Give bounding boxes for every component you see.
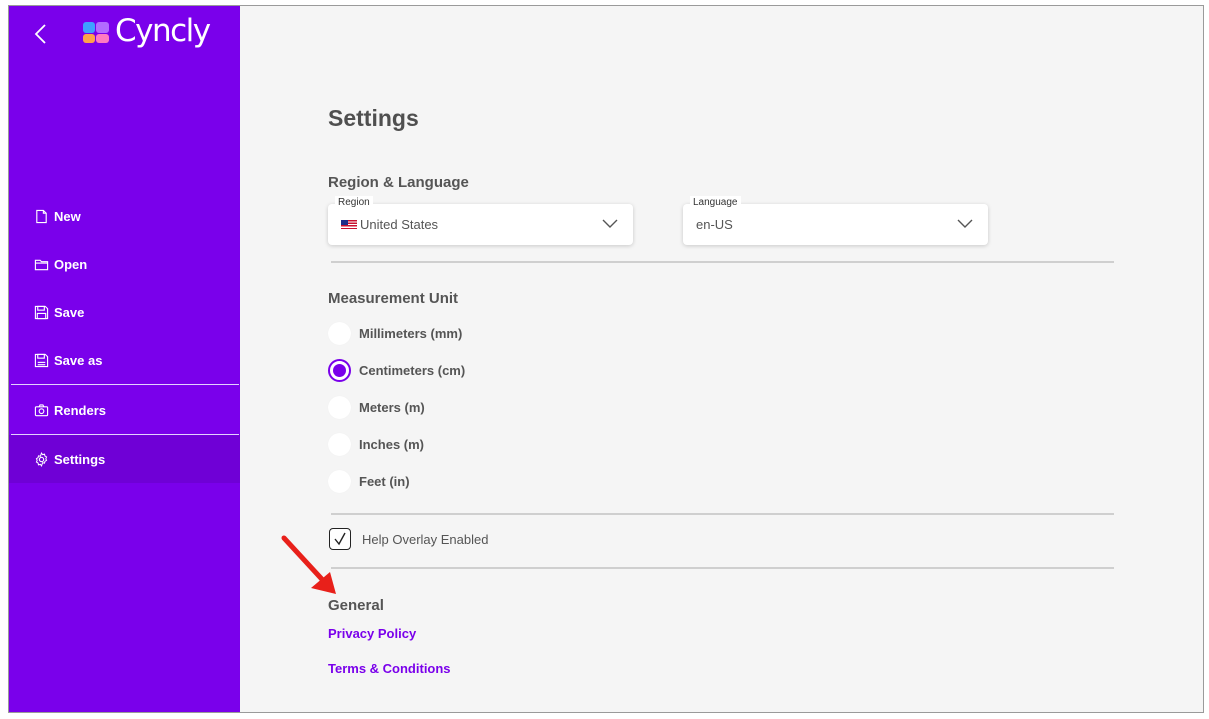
radio-centimeters[interactable]: Centimeters (cm) xyxy=(328,359,465,382)
region-select[interactable]: Region United States xyxy=(328,196,633,245)
logo-text: Cyncly xyxy=(115,13,211,49)
radio-label: Inches (m) xyxy=(359,437,425,452)
language-select-value: en-US xyxy=(696,217,733,232)
radio-meters[interactable]: Meters (m) xyxy=(328,396,425,419)
radio-button[interactable] xyxy=(328,433,351,456)
chevron-down-icon xyxy=(957,219,973,228)
divider xyxy=(331,261,1114,263)
radio-button[interactable] xyxy=(328,396,351,419)
us-flag-icon xyxy=(341,220,357,229)
radio-label: Meters (m) xyxy=(359,400,425,415)
sidebar-item-label: Open xyxy=(54,256,88,272)
region-select-value: United States xyxy=(341,217,438,232)
settings-panel: Settings Region & Language Region United… xyxy=(240,6,1203,712)
logo: Cyncly xyxy=(81,13,211,49)
region-select-label: Region xyxy=(335,196,373,210)
terms-conditions-link[interactable]: Terms & Conditions xyxy=(328,661,451,676)
radio-label: Millimeters (mm) xyxy=(359,326,463,341)
section-title-measurement: Measurement Unit xyxy=(328,290,459,307)
save-icon xyxy=(34,305,49,319)
chevron-down-icon xyxy=(602,219,618,228)
page-title: Settings xyxy=(328,105,419,131)
sidebar-item-new[interactable]: New xyxy=(9,192,240,240)
region-value-text: United States xyxy=(360,217,439,232)
language-value-text: en-US xyxy=(696,217,733,232)
sidebar-item-save-as[interactable]: Save as xyxy=(9,336,240,384)
radio-label: Centimeters (cm) xyxy=(359,363,466,378)
sidebar-item-label: Settings xyxy=(54,451,106,467)
sidebar-divider xyxy=(11,384,239,385)
logo-mark-icon xyxy=(83,21,109,43)
save-as-icon xyxy=(34,353,49,367)
red-arrow-annotation-icon xyxy=(281,535,336,594)
sidebar-item-label: Save xyxy=(54,304,85,320)
sidebar-item-settings[interactable]: Settings xyxy=(9,435,240,483)
language-select[interactable]: Language en-US xyxy=(683,196,988,245)
sidebar-item-save[interactable]: Save xyxy=(9,288,240,336)
radio-button[interactable] xyxy=(328,470,351,493)
radio-millimeters[interactable]: Millimeters (mm) xyxy=(328,322,462,345)
sidebar-item-open[interactable]: Open xyxy=(9,240,240,288)
radio-inches[interactable]: Inches (m) xyxy=(328,433,424,456)
radio-button-checked[interactable] xyxy=(328,359,351,382)
divider xyxy=(331,513,1114,515)
language-select-label: Language xyxy=(690,196,741,210)
chevron-left-icon[interactable] xyxy=(29,22,53,46)
privacy-policy-link[interactable]: Privacy Policy xyxy=(328,626,416,641)
sidebar: Cyncly New Open Save Save as Renders Set… xyxy=(9,6,240,712)
sidebar-item-label: Save as xyxy=(54,352,103,368)
divider xyxy=(331,567,1114,569)
folder-icon xyxy=(34,259,49,270)
camera-icon xyxy=(34,403,49,416)
file-icon xyxy=(36,209,47,223)
help-overlay-label: Help Overlay Enabled xyxy=(362,531,489,547)
radio-button[interactable] xyxy=(328,322,351,345)
sidebar-item-renders[interactable]: Renders xyxy=(9,386,240,434)
sidebar-item-label: Renders xyxy=(54,402,107,418)
sidebar-item-label: New xyxy=(54,208,81,224)
help-overlay-toggle[interactable]: Help Overlay Enabled xyxy=(329,528,488,550)
app-window: Cyncly New Open Save Save as Renders Set… xyxy=(8,5,1204,713)
gear-icon xyxy=(35,451,48,467)
section-title-region-language: Region & Language xyxy=(328,174,469,191)
radio-label: Feet (in) xyxy=(359,474,410,489)
radio-feet[interactable]: Feet (in) xyxy=(328,470,410,493)
